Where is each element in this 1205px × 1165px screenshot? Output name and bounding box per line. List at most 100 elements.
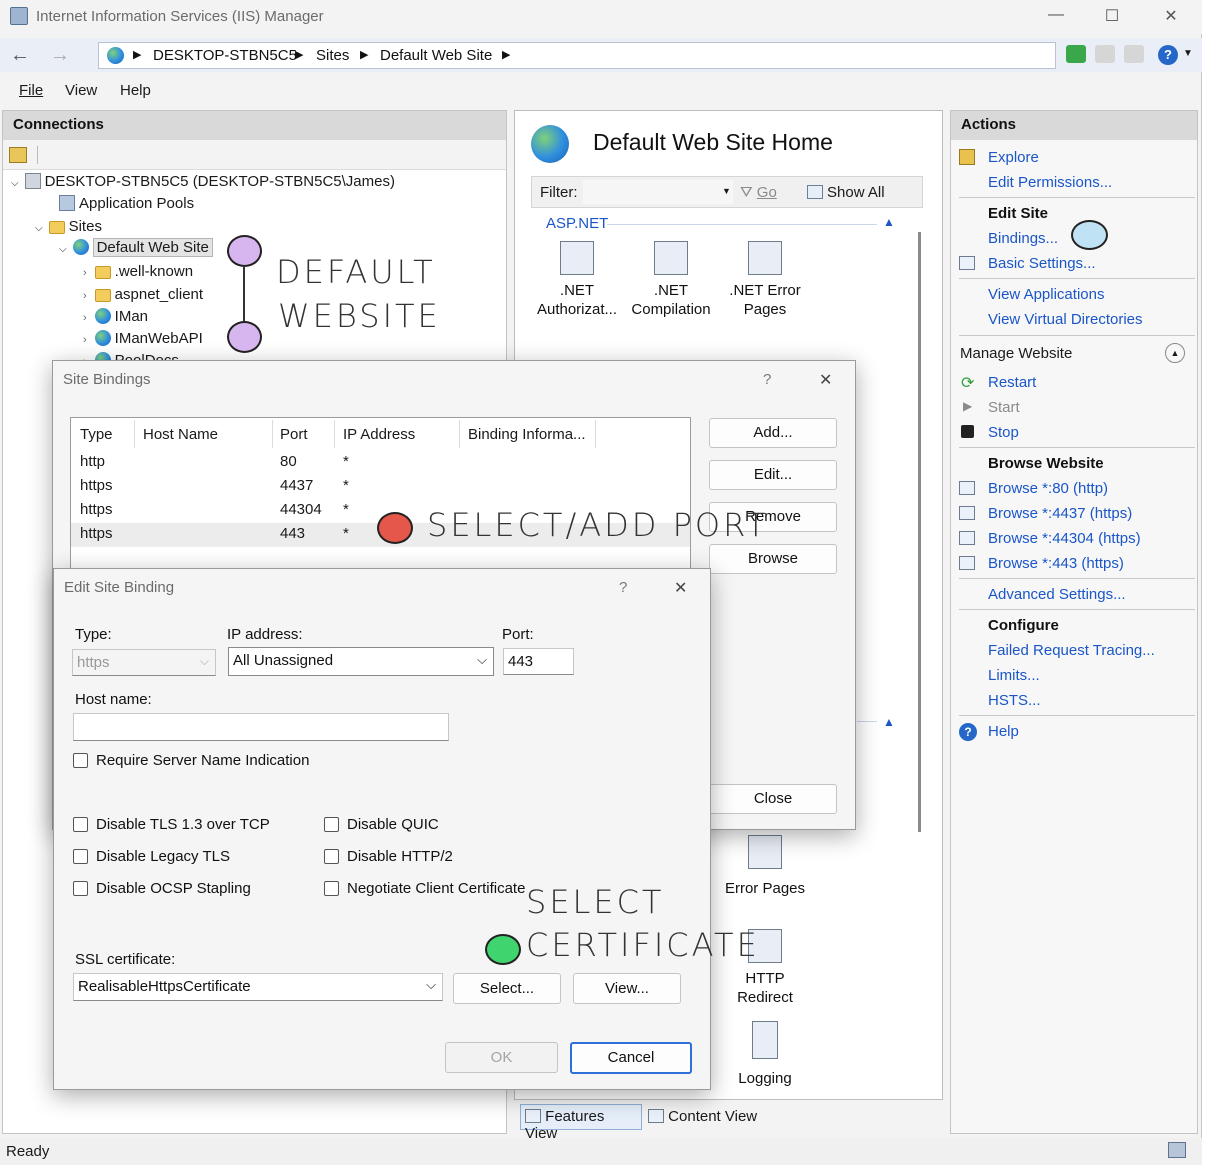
feature-logging[interactable]: Logging (717, 1021, 813, 1088)
menu-view[interactable]: View (65, 82, 97, 99)
menu-file[interactable]: File (19, 82, 43, 99)
view-certificate-button[interactable]: View... (573, 973, 681, 1004)
breadcrumb-sites[interactable]: Sites (316, 47, 349, 64)
chevron-right-icon[interactable]: › (83, 334, 87, 346)
ip-address-select[interactable]: All Unassigned ⌵ (228, 647, 494, 676)
collapse-chevron-icon[interactable]: ▲ (1165, 343, 1185, 363)
disable-http2-checkbox[interactable] (324, 849, 339, 864)
features-view-tab[interactable]: Features View (520, 1104, 642, 1142)
chevron-down-icon[interactable]: ⌵ (11, 178, 19, 189)
table-row[interactable]: https 4437 * (71, 475, 690, 499)
action-view-virtual-dirs[interactable]: View Virtual Directories (988, 311, 1143, 328)
action-explore[interactable]: Explore (988, 149, 1039, 166)
col-type[interactable]: Type (80, 426, 113, 443)
action-basic-settings[interactable]: Basic Settings... (988, 255, 1096, 272)
back-arrow-icon[interactable]: ← (8, 45, 32, 66)
action-stop[interactable]: Stop (988, 424, 1019, 441)
action-browse-443[interactable]: Browse *:443 (https) (988, 555, 1124, 572)
col-host-name[interactable]: Host Name (143, 426, 218, 443)
disable-legacy-tls-checkbox[interactable] (73, 849, 88, 864)
refresh-icon[interactable] (1066, 45, 1086, 63)
tree-child-iman[interactable]: › IMan (83, 308, 148, 325)
disable-ocsp-checkbox[interactable] (73, 881, 88, 896)
table-row[interactable]: http 80 * (71, 451, 690, 475)
stop-icon[interactable] (1095, 45, 1115, 63)
tree-child-well-known[interactable]: › .well-known (83, 263, 193, 280)
ok-button[interactable]: OK (445, 1042, 558, 1073)
tree-default-web-site[interactable]: ⌵ Default Web Site (59, 238, 213, 257)
chevron-down-icon[interactable]: ⌵ (426, 977, 436, 993)
host-name-input[interactable] (73, 713, 449, 741)
add-binding-button[interactable]: Add... (709, 418, 837, 448)
connect-icon[interactable] (9, 147, 27, 163)
collapse-chevron-icon[interactable]: ▲ (883, 215, 895, 229)
minimize-button[interactable]: — (1044, 6, 1068, 28)
feature-error-pages[interactable]: Error Pages (717, 835, 813, 898)
dialog-help-button[interactable]: ? (619, 579, 627, 596)
action-failed-request[interactable]: Failed Request Tracing... (988, 642, 1155, 659)
filter-input[interactable] (583, 180, 733, 204)
col-port[interactable]: Port (280, 426, 308, 443)
action-bindings[interactable]: Bindings... (988, 230, 1058, 247)
scroll-thumb[interactable] (918, 232, 921, 832)
breadcrumb-server[interactable]: DESKTOP-STBN5C5 (153, 47, 297, 64)
disable-http2-label: Disable HTTP/2 (347, 848, 453, 865)
tree-child-aspnet-client[interactable]: › aspnet_client (83, 286, 203, 303)
help-icon[interactable]: ? (1158, 45, 1178, 65)
chevron-down-icon[interactable]: ⌵ (59, 244, 67, 255)
feature-net-authorization[interactable]: .NET Authorizat... (529, 241, 625, 319)
action-hsts[interactable]: HSTS... (988, 692, 1041, 709)
tree-app-pools[interactable]: Application Pools (59, 195, 194, 212)
tree-server[interactable]: ⌵ DESKTOP-STBN5C5 (DESKTOP-STBN5C5\James) (11, 173, 395, 190)
select-certificate-button[interactable]: Select... (453, 973, 561, 1004)
action-view-applications[interactable]: View Applications (988, 286, 1104, 303)
tree-child-imanwebapi[interactable]: › IManWebAPI (83, 330, 203, 347)
chevron-down-icon[interactable]: ▼ (722, 186, 731, 196)
scrollbar[interactable] (913, 176, 927, 836)
disable-tls13-checkbox[interactable] (73, 817, 88, 832)
show-all-button[interactable]: Show All (807, 184, 885, 201)
col-binding-info[interactable]: Binding Informa... (468, 426, 586, 443)
home-icon[interactable] (1124, 45, 1144, 63)
menu-help[interactable]: Help (120, 82, 151, 99)
breadcrumb-site[interactable]: Default Web Site (380, 47, 492, 64)
content-view-tab[interactable]: Content View (646, 1104, 768, 1130)
chevron-right-icon[interactable]: › (83, 312, 87, 324)
action-limits[interactable]: Limits... (988, 667, 1040, 684)
close-bindings-button[interactable]: Close (709, 784, 837, 814)
dialog-close-button[interactable]: ✕ (819, 370, 832, 390)
client-cert-checkbox[interactable] (324, 881, 339, 896)
action-browse-44304[interactable]: Browse *:44304 (https) (988, 530, 1141, 547)
cancel-button[interactable]: Cancel (570, 1042, 692, 1074)
browse-binding-button[interactable]: Browse (709, 544, 837, 574)
action-restart[interactable]: Restart (988, 374, 1036, 391)
feature-net-error-pages[interactable]: .NET Error Pages (717, 241, 813, 319)
chevron-right-icon[interactable]: › (83, 267, 87, 279)
col-ip-address[interactable]: IP Address (343, 426, 415, 443)
ssl-certificate-select[interactable]: RealisableHttpsCertificate ⌵ (73, 973, 443, 1001)
collapse-chevron-icon[interactable]: ▲ (883, 715, 895, 729)
action-browse-4437[interactable]: Browse *:4437 (https) (988, 505, 1132, 522)
chevron-down-icon[interactable]: ⌵ (477, 652, 487, 668)
action-browse-80[interactable]: Browse *:80 (http) (988, 480, 1108, 497)
feature-net-compilation[interactable]: .NET Compilation (623, 241, 719, 319)
chevron-down-icon[interactable]: ⌵ (35, 223, 43, 234)
chevron-right-icon[interactable]: › (83, 290, 87, 302)
chevron-down-icon[interactable]: ▼ (1183, 48, 1193, 59)
edit-binding-button[interactable]: Edit... (709, 460, 837, 490)
close-window-button[interactable]: ✕ (1159, 6, 1183, 28)
action-advanced-settings[interactable]: Advanced Settings... (988, 586, 1126, 603)
maximize-button[interactable]: ☐ (1100, 6, 1124, 28)
globe-icon (107, 47, 124, 64)
disable-quic-checkbox[interactable] (324, 817, 339, 832)
dialog-close-button[interactable]: ✕ (674, 578, 687, 598)
dialog-help-button[interactable]: ? (763, 371, 771, 388)
address-bar[interactable]: ▶ DESKTOP-STBN5C5 ▶ Sites ▶ Default Web … (98, 42, 1056, 69)
forward-arrow-icon[interactable]: → (48, 45, 72, 66)
action-help[interactable]: Help (988, 723, 1019, 740)
sni-checkbox[interactable] (73, 753, 88, 768)
go-button[interactable]: ⛛ Go (740, 184, 777, 201)
tree-sites[interactable]: ⌵ Sites (35, 218, 102, 235)
action-edit-permissions[interactable]: Edit Permissions... (988, 174, 1112, 191)
port-input[interactable]: 443 (503, 648, 574, 675)
